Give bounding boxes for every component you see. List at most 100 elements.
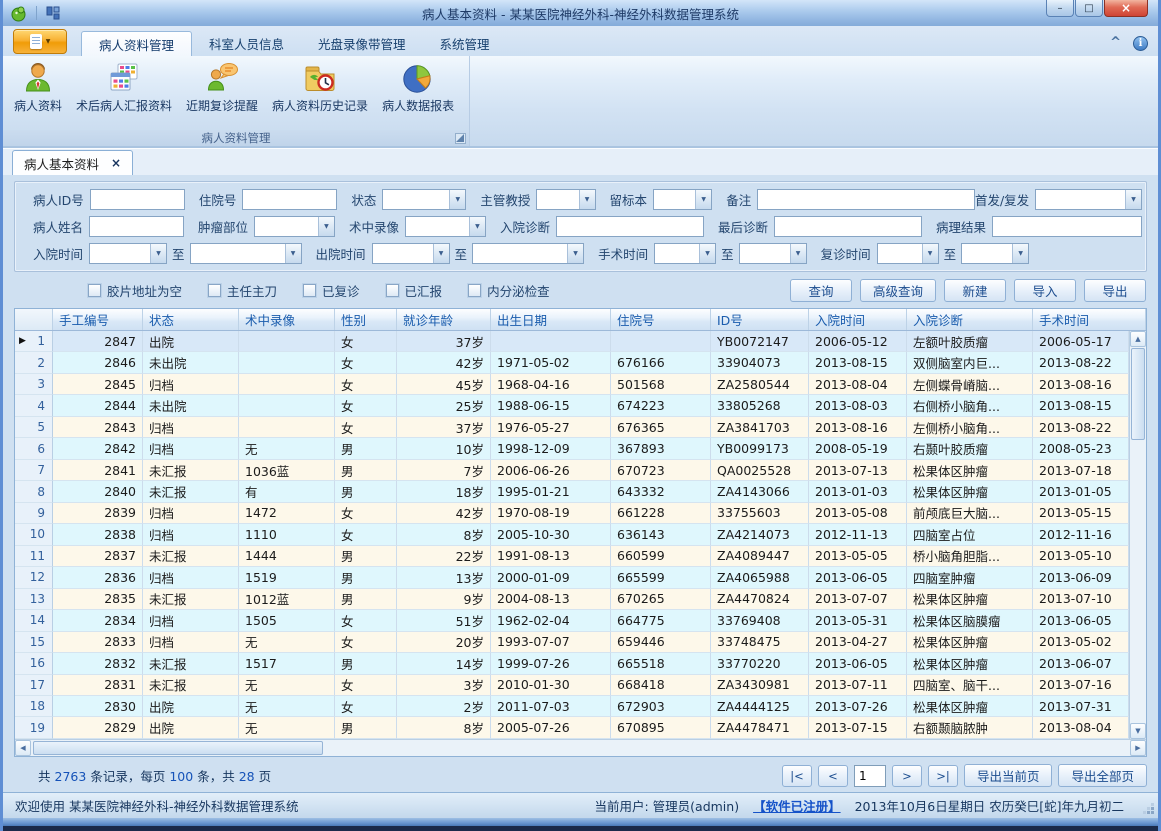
table-row[interactable]: 112837未汇报1444男22岁1991-08-13660599ZA40894… (15, 546, 1129, 567)
advanced-query-button[interactable]: 高级查询 (860, 279, 936, 302)
revisit-time-from-select[interactable]: ▼ (877, 243, 939, 264)
row-header[interactable]: 19 (15, 717, 53, 738)
new-button[interactable]: 新建 (944, 279, 1006, 302)
scroll-right-icon[interactable]: ▶ (1130, 740, 1146, 756)
checkbox-box[interactable] (88, 284, 101, 297)
row-header[interactable]: 3 (15, 374, 53, 395)
chevron-down-icon[interactable]: ▼ (567, 244, 583, 263)
column-header[interactable]: 入院时间 (809, 309, 907, 330)
chevron-down-icon[interactable]: ▼ (1125, 190, 1141, 209)
discharge-time-from-select[interactable]: ▼ (372, 243, 450, 264)
table-row[interactable]: 152833归档无女20岁1993-07-0765944633748475201… (15, 632, 1129, 653)
table-row[interactable]: 142834归档1505女51岁1962-02-0466477533769408… (15, 610, 1129, 631)
row-header[interactable]: 13 (15, 589, 53, 610)
registered-link[interactable]: 【软件已注册】 (753, 796, 841, 815)
row-header[interactable]: 15 (15, 632, 53, 653)
chevron-down-icon[interactable]: ▼ (1012, 244, 1028, 263)
minimize-button[interactable]: – (1046, 0, 1074, 17)
next-page-button[interactable]: > (892, 765, 922, 787)
checkbox-box[interactable] (303, 284, 316, 297)
row-header[interactable]: 11 (15, 546, 53, 567)
row-header[interactable]: ▶1 (15, 331, 53, 352)
history-record-button[interactable]: 病人资料历史记录 (265, 58, 375, 114)
table-row[interactable]: 22846未出院女42岁1971-05-02676166339040732013… (15, 352, 1129, 373)
column-header[interactable]: 术中录像 (239, 309, 335, 330)
revisit-reminder-button[interactable]: 近期复诊提醒 (179, 58, 265, 114)
admit-time-from-select[interactable]: ▼ (89, 243, 167, 264)
page-number-input[interactable] (854, 765, 886, 787)
vertical-scrollbar-thumb[interactable] (1131, 348, 1145, 440)
import-button[interactable]: 导入 (1014, 279, 1076, 302)
tumor-site-select[interactable]: ▼ (254, 216, 335, 237)
dialog-launcher-icon[interactable] (455, 133, 466, 144)
document-tab-patient-basic-info[interactable]: 病人基本资料 × (12, 150, 133, 175)
column-header[interactable]: ID号 (711, 309, 809, 330)
checkbox-box[interactable] (468, 284, 481, 297)
surgery-time-from-select[interactable]: ▼ (654, 243, 716, 264)
chevron-down-icon[interactable]: ▼ (285, 244, 301, 263)
chevron-down-icon[interactable]: ▼ (790, 244, 806, 263)
chevron-down-icon[interactable]: ▼ (433, 244, 449, 263)
query-button[interactable]: 查询 (790, 279, 852, 302)
row-header[interactable]: 9 (15, 503, 53, 524)
table-row[interactable]: 162832未汇报1517男14岁1999-07-266655183377022… (15, 653, 1129, 674)
scroll-left-icon[interactable]: ◀ (15, 740, 31, 756)
horizontal-scrollbar[interactable]: ◀ ▶ (15, 739, 1146, 756)
column-header[interactable]: 住院号 (611, 309, 711, 330)
chief-surgeon-checkbox[interactable]: 主任主刀 (208, 281, 277, 300)
table-row[interactable]: 182830出院无女2岁2011-07-03672903ZA4444125201… (15, 696, 1129, 717)
application-menu-button[interactable]: ▼ (13, 29, 67, 54)
table-row[interactable]: 122836归档1519男13岁2000-01-09665599ZA406598… (15, 567, 1129, 588)
chevron-down-icon[interactable]: ▼ (318, 217, 334, 236)
chevron-down-icon[interactable]: ▼ (695, 190, 711, 209)
chevron-down-icon[interactable]: ▼ (699, 244, 715, 263)
row-header[interactable]: 14 (15, 610, 53, 631)
row-header[interactable]: 10 (15, 524, 53, 545)
patient-info-button[interactable]: 病人资料 (7, 58, 69, 114)
chevron-down-icon[interactable]: ▼ (449, 190, 465, 209)
maximize-button[interactable]: □ (1075, 0, 1103, 17)
discharge-time-to-select[interactable]: ▼ (472, 243, 584, 264)
chevron-down-icon[interactable]: ▼ (150, 244, 166, 263)
help-icon[interactable]: i (1133, 36, 1148, 51)
table-row[interactable]: 92839归档1472女42岁1970-08-19661228337556032… (15, 503, 1129, 524)
resize-grip[interactable] (1144, 804, 1154, 814)
table-row[interactable]: 42844未出院女25岁1988-06-15674223338052682013… (15, 395, 1129, 416)
film-address-empty-checkbox[interactable]: 胶片地址为空 (88, 281, 182, 300)
row-header[interactable]: 8 (15, 481, 53, 502)
column-header[interactable]: 入院诊断 (907, 309, 1033, 330)
table-row[interactable]: 52843归档女37岁1976-05-27676365ZA38417032013… (15, 417, 1129, 438)
ribbon-tab-disc-video[interactable]: 光盘录像带管理 (301, 31, 423, 56)
vertical-scrollbar[interactable]: ▲ ▼ (1129, 331, 1146, 739)
remark-input[interactable] (757, 189, 975, 210)
admit-time-to-select[interactable]: ▼ (190, 243, 302, 264)
table-row[interactable]: 72841未汇报1036蓝男7岁2006-06-26670723QA002552… (15, 460, 1129, 481)
ribbon-tab-patient-management[interactable]: 病人资料管理 (81, 31, 192, 56)
table-row[interactable]: 192829出院无男8岁2005-07-26670895ZA4478471201… (15, 717, 1129, 738)
last-page-button[interactable]: >| (928, 765, 958, 787)
column-header[interactable]: 性别 (335, 309, 397, 330)
horizontal-scrollbar-thumb[interactable] (33, 741, 323, 755)
specimen-select[interactable]: ▼ (653, 189, 712, 210)
column-header[interactable]: 手工编号 (53, 309, 143, 330)
scroll-up-icon[interactable]: ▲ (1130, 331, 1146, 347)
row-header[interactable]: 5 (15, 417, 53, 438)
admit-diagnosis-input[interactable] (556, 216, 704, 237)
inpatient-no-input[interactable] (242, 189, 337, 210)
ribbon-tab-system[interactable]: 系统管理 (423, 31, 507, 56)
first-recur-select[interactable]: ▼ (1035, 189, 1142, 210)
tab-close-icon[interactable]: × (111, 156, 121, 170)
export-current-page-button[interactable]: 导出当前页 (964, 764, 1053, 787)
ribbon-tab-department-staff[interactable]: 科室人员信息 (192, 31, 301, 56)
chevron-down-icon[interactable]: ▼ (922, 244, 938, 263)
column-header[interactable]: 状态 (143, 309, 239, 330)
revisited-checkbox[interactable]: 已复诊 (303, 281, 360, 300)
pathology-input[interactable] (992, 216, 1142, 237)
scroll-down-icon[interactable]: ▼ (1130, 723, 1146, 739)
revisit-time-to-select[interactable]: ▼ (961, 243, 1029, 264)
table-row[interactable]: 62842归档无男10岁1998-12-09367893YB0099173200… (15, 438, 1129, 459)
export-all-pages-button[interactable]: 导出全部页 (1058, 764, 1147, 787)
row-header[interactable]: 7 (15, 460, 53, 481)
final-diagnosis-input[interactable] (774, 216, 922, 237)
titlebar[interactable]: 病人基本资料 - 某某医院神经外科-神经外科数据管理系统 – □ × (3, 0, 1158, 26)
